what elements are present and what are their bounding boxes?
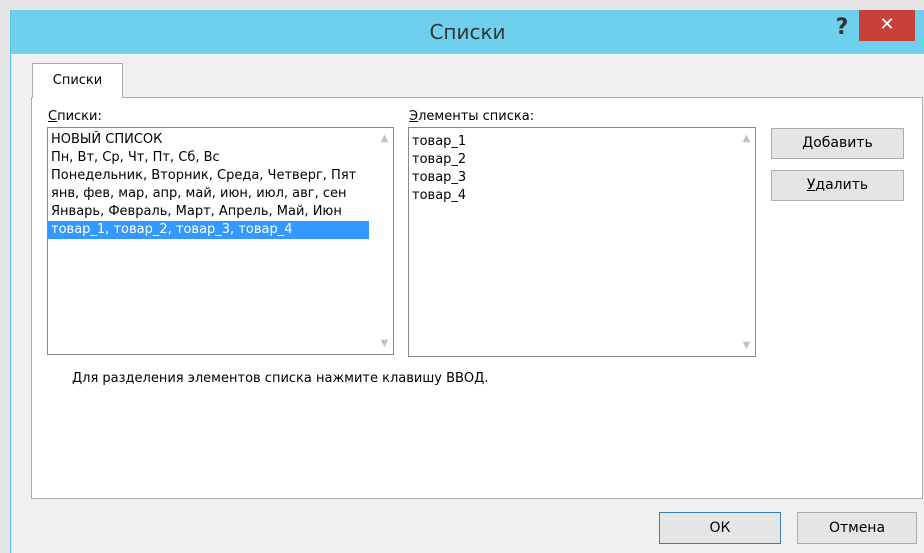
list-item[interactable]: Понедельник, Вторник, Среда, Четверг, Пя…	[48, 167, 369, 185]
scroll-up-icon[interactable]: ▲	[376, 130, 393, 147]
list-item[interactable]: Пн, Вт, Ср, Чт, Пт, Сб, Вс	[48, 149, 369, 167]
add-button[interactable]: Добавить	[771, 128, 904, 159]
tab-lists[interactable]: Списки	[32, 63, 123, 98]
help-icon[interactable]: ?	[829, 14, 855, 42]
hint-text: Для разделения элементов списка нажмите …	[72, 371, 489, 386]
element-line: товар_4	[412, 188, 467, 203]
element-line: товар_3	[412, 170, 467, 185]
delete-button[interactable]: Удалить	[771, 170, 904, 201]
list-item[interactable]: товар_1, товар_2, товар_3, товар_4	[48, 221, 369, 239]
tab-panel: Списки: НОВЫЙ СПИСОК Пн, Вт, Ср, Чт, Пт, …	[31, 97, 923, 499]
dialog-title: Списки	[429, 20, 506, 44]
lists-scrollbar[interactable]: ▲ ▼	[376, 128, 393, 354]
elements-textbox[interactable]: товар_1 товар_2 товар_3 товар_4 ▲ ▼	[408, 127, 756, 357]
lists-label: Списки:	[48, 109, 102, 124]
close-button[interactable]: ✕	[859, 10, 915, 41]
element-line: товар_2	[412, 152, 467, 167]
cancel-button[interactable]: Отмена	[797, 512, 917, 544]
dialog-window: Списки ? ✕ Списки Списки: НОВЫЙ СПИСОК Пн…	[10, 10, 924, 553]
scroll-up-icon[interactable]: ▲	[738, 130, 755, 147]
scroll-down-icon[interactable]: ▼	[376, 335, 393, 352]
ok-button[interactable]: ОК	[659, 512, 781, 544]
list-item[interactable]: Январь, Февраль, Март, Апрель, Май, Июн	[48, 203, 369, 221]
list-item[interactable]: НОВЫЙ СПИСОК	[48, 131, 369, 149]
lists-listbox[interactable]: НОВЫЙ СПИСОК Пн, Вт, Ср, Чт, Пт, Сб, Вс По…	[47, 127, 394, 355]
close-icon: ✕	[879, 14, 895, 35]
elements-label: Элементы списка:	[409, 109, 535, 124]
list-item[interactable]: янв, фев, мар, апр, май, июн, июл, авг, …	[48, 185, 369, 203]
element-line: товар_1	[412, 134, 467, 149]
scroll-down-icon[interactable]: ▼	[738, 337, 755, 354]
title-bar: Списки ? ✕	[11, 10, 924, 54]
elements-scrollbar[interactable]: ▲ ▼	[738, 128, 755, 356]
